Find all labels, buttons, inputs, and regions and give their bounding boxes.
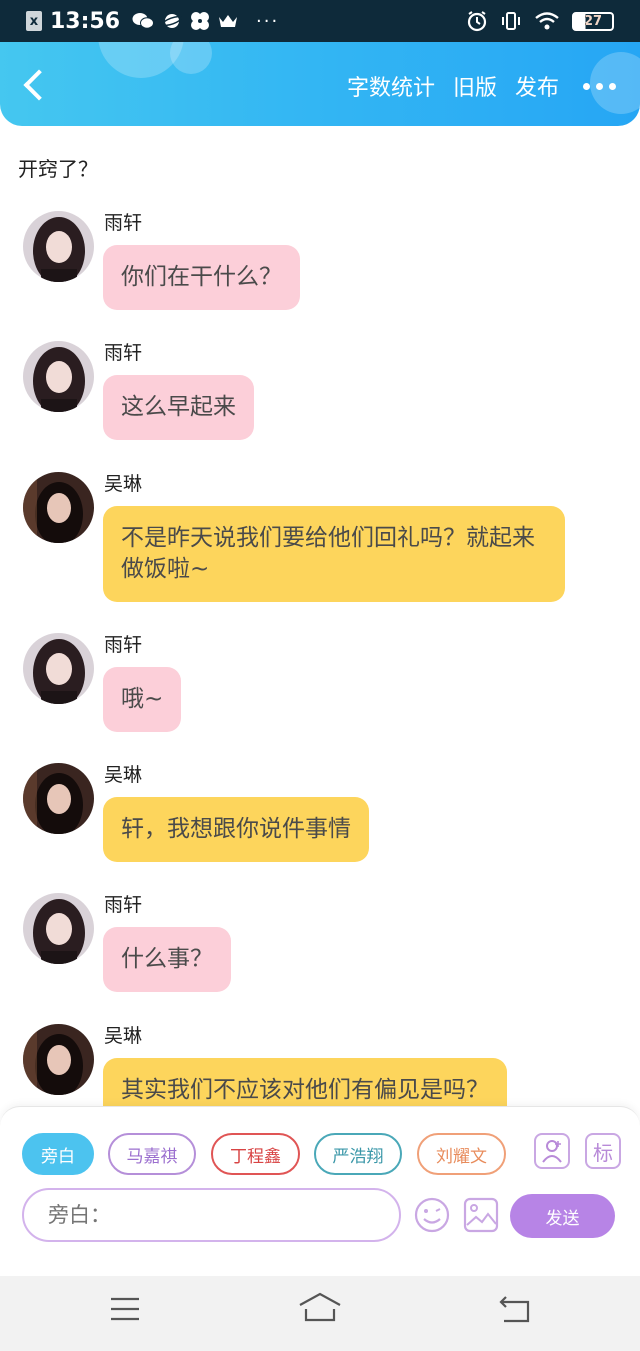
header-actions: 字数统计 旧版 发布 (347, 70, 616, 102)
vibrate-icon (502, 12, 520, 30)
role-chip[interactable]: 刘耀文 (417, 1133, 506, 1175)
send-button[interactable]: 发送 (510, 1194, 615, 1238)
avatar[interactable] (23, 1024, 94, 1095)
message-bubble[interactable]: 你们在干什么？ (103, 245, 300, 310)
home-icon[interactable] (298, 1292, 342, 1322)
image-icon[interactable] (463, 1197, 499, 1233)
message-bubble[interactable]: 什么事？ (103, 927, 231, 992)
crown-icon (219, 15, 238, 27)
system-nav-bar (0, 1276, 640, 1351)
sender-name: 雨轩 (104, 894, 143, 916)
battery-icon: 27 (572, 11, 614, 31)
x-app-icon: x (26, 11, 42, 31)
sender-name: 吴琳 (104, 764, 143, 786)
menu-icon[interactable] (110, 1296, 140, 1322)
chapter-title: 开窍了？ (18, 157, 98, 181)
role-chip-narration[interactable]: 旁白 (22, 1133, 94, 1175)
message-bubble[interactable]: 其实我们不应该对他们有偏见是吗？ (103, 1058, 507, 1106)
sender-name: 雨轩 (104, 342, 143, 364)
emoji-icon[interactable] (413, 1196, 451, 1234)
role-chip[interactable]: 马嘉祺 (108, 1133, 196, 1175)
message-bubble[interactable]: 哦~ (103, 667, 182, 732)
old-version-button[interactable]: 旧版 (453, 70, 497, 102)
more-dots-icon[interactable] (583, 82, 616, 90)
battery-level: 27 (583, 13, 603, 29)
status-bar: x 13:56 ··· 27 (0, 0, 640, 42)
avatar[interactable] (23, 341, 94, 412)
publish-button[interactable]: 发布 (515, 70, 559, 102)
planet-icon (162, 14, 183, 28)
back-chevron-icon[interactable] (22, 72, 46, 96)
sender-name: 吴琳 (104, 473, 143, 495)
back-icon[interactable] (498, 1296, 530, 1324)
app-screen: x 13:56 ··· 27 字数统计 旧版 发布 开窍了？ 雨轩 你们在干什么… (0, 0, 640, 1351)
flower-icon (191, 12, 210, 30)
add-role-icon[interactable] (534, 1133, 570, 1169)
message-bubble[interactable]: 不是昨天说我们要给他们回礼吗？就起来做饭啦~ (103, 506, 565, 602)
avatar[interactable] (23, 893, 94, 964)
role-chip[interactable]: 严浩翔 (314, 1133, 402, 1175)
wechat-icon (132, 13, 155, 29)
message-bubble[interactable]: 这么早起来 (103, 375, 254, 440)
sender-name: 雨轩 (104, 634, 143, 656)
wifi-icon (535, 12, 559, 30)
chat-area[interactable]: 开窍了？ 雨轩 你们在干什么？ 雨轩 这么早起来 吴琳 不是昨天说我们要给他们回… (0, 126, 640, 1106)
tag-button[interactable]: 标 (585, 1133, 621, 1169)
status-more: ··· (256, 10, 280, 32)
status-time: 13:56 (50, 8, 121, 34)
sender-name: 雨轩 (104, 212, 143, 234)
avatar[interactable] (23, 633, 94, 704)
avatar[interactable] (23, 211, 94, 282)
avatar[interactable] (23, 763, 94, 834)
word-count-button[interactable]: 字数统计 (347, 70, 435, 102)
header-bubble-decoration (170, 42, 212, 74)
narration-input[interactable] (22, 1188, 401, 1242)
sender-name: 吴琳 (104, 1025, 143, 1047)
compose-panel: 旁白 马嘉祺 丁程鑫 严浩翔 刘耀文 标 发送 (0, 1106, 640, 1276)
avatar[interactable] (23, 472, 94, 543)
role-chip[interactable]: 丁程鑫 (211, 1133, 300, 1175)
top-app-bar: 字数统计 旧版 发布 (0, 42, 640, 126)
message-bubble[interactable]: 轩，我想跟你说件事情 (103, 797, 369, 862)
alarm-icon (467, 11, 487, 32)
